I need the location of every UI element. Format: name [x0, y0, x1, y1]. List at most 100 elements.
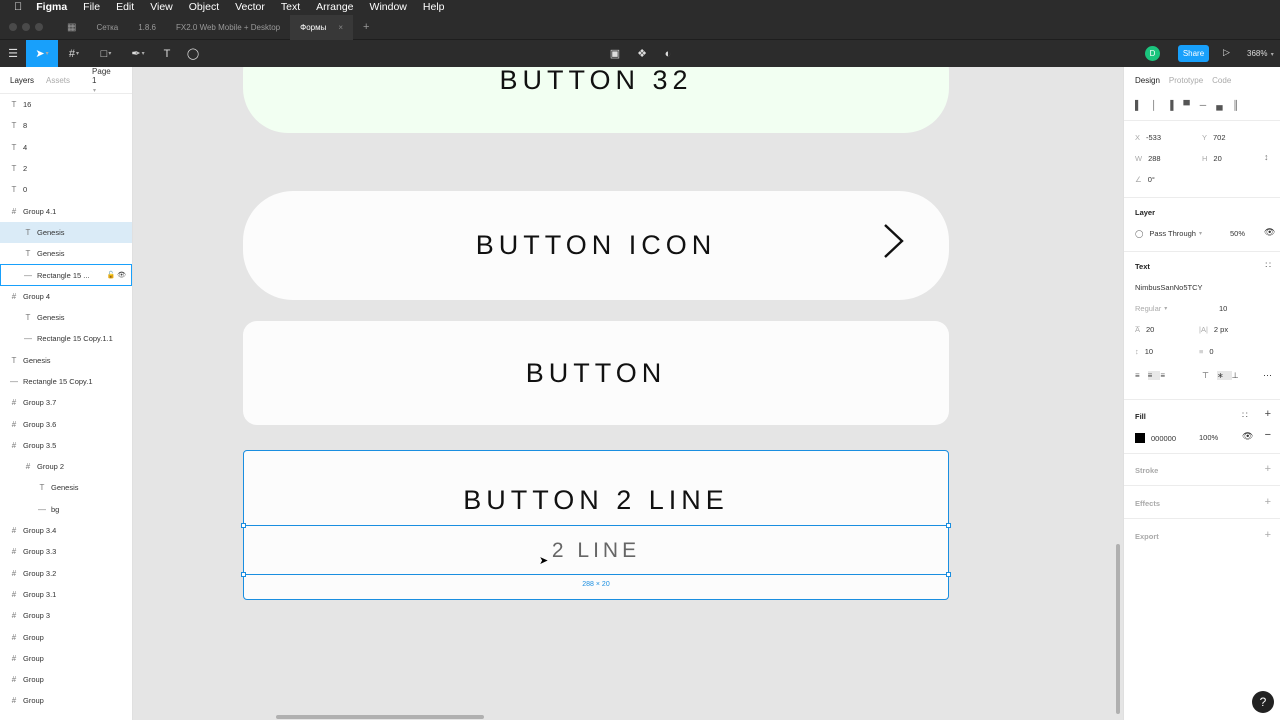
- layer-row[interactable]: T2: [0, 158, 132, 179]
- menu-help[interactable]: Help: [415, 0, 453, 15]
- layer-row[interactable]: # Group 3.4: [0, 520, 132, 541]
- valign-bottom-icon[interactable]: ⊥: [1232, 371, 1247, 380]
- distribute-icon[interactable]: ║: [1233, 100, 1249, 110]
- tab-setka[interactable]: Сетка: [86, 15, 128, 40]
- menu-vector[interactable]: Vector: [227, 0, 273, 15]
- close-tab-icon[interactable]: ×: [338, 23, 343, 32]
- contrast-icon[interactable]: ◐: [655, 40, 681, 67]
- layer-row[interactable]: # Group 3.7: [0, 392, 132, 413]
- layer-row[interactable]: T Genesis: [0, 221, 132, 244]
- menu-text[interactable]: Text: [273, 0, 308, 15]
- rotation-field[interactable]: ∠ 0°: [1135, 175, 1155, 184]
- align-h-center-icon[interactable]: │: [1151, 100, 1167, 110]
- button-frame[interactable]: BUTTON: [243, 321, 949, 425]
- layer-row[interactable]: # Group: [0, 669, 132, 690]
- fill-row[interactable]: 000000: [1135, 433, 1176, 443]
- fill-opacity-field[interactable]: 100%: [1199, 433, 1218, 442]
- text-tool-icon[interactable]: T: [154, 40, 180, 67]
- paragraph-spacing-field[interactable]: ↕ 10: [1135, 347, 1153, 356]
- new-tab-plus-icon[interactable]: +: [353, 15, 379, 40]
- button-32-frame[interactable]: BUTTON 32: [243, 67, 949, 133]
- align-right-icon[interactable]: ▐: [1167, 100, 1183, 110]
- add-stroke-plus-icon[interactable]: +: [1265, 463, 1271, 475]
- menu-app-name[interactable]: Figma: [28, 0, 75, 15]
- close-window-button[interactable]: [9, 23, 17, 31]
- resize-handle-bl[interactable]: [241, 572, 246, 577]
- resize-handle-br[interactable]: [946, 572, 951, 577]
- layer-row[interactable]: T 16: [0, 94, 132, 115]
- valign-top-icon[interactable]: ⊤: [1202, 371, 1217, 380]
- letter-spacing-field[interactable]: |A| 2 px: [1199, 325, 1228, 334]
- move-tool-icon[interactable]: ➤ ▾: [26, 40, 58, 67]
- layer-row[interactable]: # Group 4: [0, 286, 132, 307]
- main-menu-icon[interactable]: ☰: [0, 40, 26, 67]
- menu-edit[interactable]: Edit: [108, 0, 142, 15]
- font-size-field[interactable]: 10: [1219, 304, 1227, 313]
- constrain-proportions-icon[interactable]: ↕: [1264, 152, 1269, 162]
- font-weight-select[interactable]: Regular ▾: [1135, 304, 1167, 313]
- lock-eye-icon[interactable]: 🔓 👁: [106, 271, 126, 279]
- tab-formy[interactable]: Формы ×: [290, 14, 354, 40]
- layer-row[interactable]: # Group 3.5: [0, 435, 132, 456]
- layer-row[interactable]: — Rectangle 15 Copy.1.1: [0, 328, 132, 349]
- frame-tool-icon[interactable]: # ▾: [58, 40, 90, 67]
- comment-tool-icon[interactable]: ◯: [180, 40, 206, 67]
- line-height-field[interactable]: A̅ 20: [1135, 325, 1154, 334]
- valign-middle-icon[interactable]: ∗: [1216, 371, 1232, 380]
- horizontal-scrollbar[interactable]: [276, 715, 484, 719]
- zoom-window-button[interactable]: [35, 23, 43, 31]
- text-align-center-icon[interactable]: ≡: [1147, 371, 1161, 380]
- pen-tool-icon[interactable]: ✒ ▾: [122, 40, 154, 67]
- layer-row[interactable]: # Group 3.3: [0, 541, 132, 562]
- more-options-icon[interactable]: ⋯: [1263, 370, 1272, 381]
- layer-row[interactable]: # Group: [0, 690, 132, 711]
- eye-icon[interactable]: 👁: [1264, 227, 1275, 238]
- resize-handle-tl[interactable]: [241, 523, 246, 528]
- add-effect-plus-icon[interactable]: +: [1265, 496, 1271, 508]
- layer-row[interactable]: T Genesis: [0, 477, 132, 498]
- tab-code[interactable]: Code: [1212, 76, 1231, 85]
- apple-icon[interactable]: : [0, 0, 28, 15]
- layer-row[interactable]: T0: [0, 179, 132, 200]
- layer-row[interactable]: — bg: [0, 499, 132, 520]
- selection-box[interactable]: [241, 523, 951, 577]
- crop-icon[interactable]: ▣: [602, 40, 628, 67]
- layer-row[interactable]: # Group 3.2: [0, 563, 132, 584]
- font-family-select[interactable]: NimbusSanNo5TCY: [1135, 283, 1203, 292]
- tab-assets[interactable]: Assets: [46, 76, 70, 85]
- layer-row[interactable]: # Group 3.6: [0, 413, 132, 434]
- menu-arrange[interactable]: Arrange: [308, 0, 361, 15]
- component-icon[interactable]: ❖: [629, 40, 655, 67]
- menu-window[interactable]: Window: [362, 0, 415, 15]
- menu-file[interactable]: File: [75, 0, 108, 15]
- layer-row[interactable]: — Rectangle 15 ... 🔓 👁: [0, 264, 132, 286]
- home-grid-icon[interactable]: ▦: [57, 15, 86, 40]
- h-field[interactable]: H 20: [1202, 154, 1222, 163]
- zoom-level[interactable]: 368% ▾: [1247, 49, 1274, 58]
- help-button[interactable]: ?: [1252, 691, 1274, 713]
- add-fill-plus-icon[interactable]: +: [1265, 408, 1271, 420]
- layer-row[interactable]: T4: [0, 137, 132, 158]
- remove-fill-minus-icon[interactable]: −: [1265, 429, 1271, 441]
- resize-handle-tr[interactable]: [946, 523, 951, 528]
- fill-styles-grid-icon[interactable]: ∷: [1242, 410, 1248, 421]
- layer-row[interactable]: # Group 4.1: [0, 200, 132, 221]
- layer-row[interactable]: T Genesis: [0, 350, 132, 371]
- layer-row[interactable]: # Group 2: [0, 456, 132, 477]
- paragraph-indent-field[interactable]: ≡ 0: [1199, 347, 1214, 356]
- minimize-window-button[interactable]: [22, 23, 30, 31]
- page-selector[interactable]: Page 1 ▾: [92, 67, 120, 94]
- tab-design[interactable]: Design: [1135, 76, 1160, 85]
- tab-layers[interactable]: Layers: [10, 76, 34, 85]
- align-left-icon[interactable]: ▌: [1135, 100, 1151, 110]
- w-field[interactable]: W 288: [1135, 154, 1161, 163]
- align-top-icon[interactable]: ▀: [1183, 100, 1199, 110]
- align-bottom-icon[interactable]: ▄: [1216, 100, 1232, 110]
- layer-row[interactable]: T8: [0, 115, 132, 136]
- layer-row[interactable]: # Group 3: [0, 605, 132, 626]
- fill-eye-icon[interactable]: 👁: [1242, 431, 1253, 442]
- menu-object[interactable]: Object: [181, 0, 227, 15]
- opacity-field[interactable]: 50%: [1230, 229, 1245, 238]
- fill-swatch[interactable]: [1135, 433, 1145, 443]
- layer-row[interactable]: # Group: [0, 626, 132, 647]
